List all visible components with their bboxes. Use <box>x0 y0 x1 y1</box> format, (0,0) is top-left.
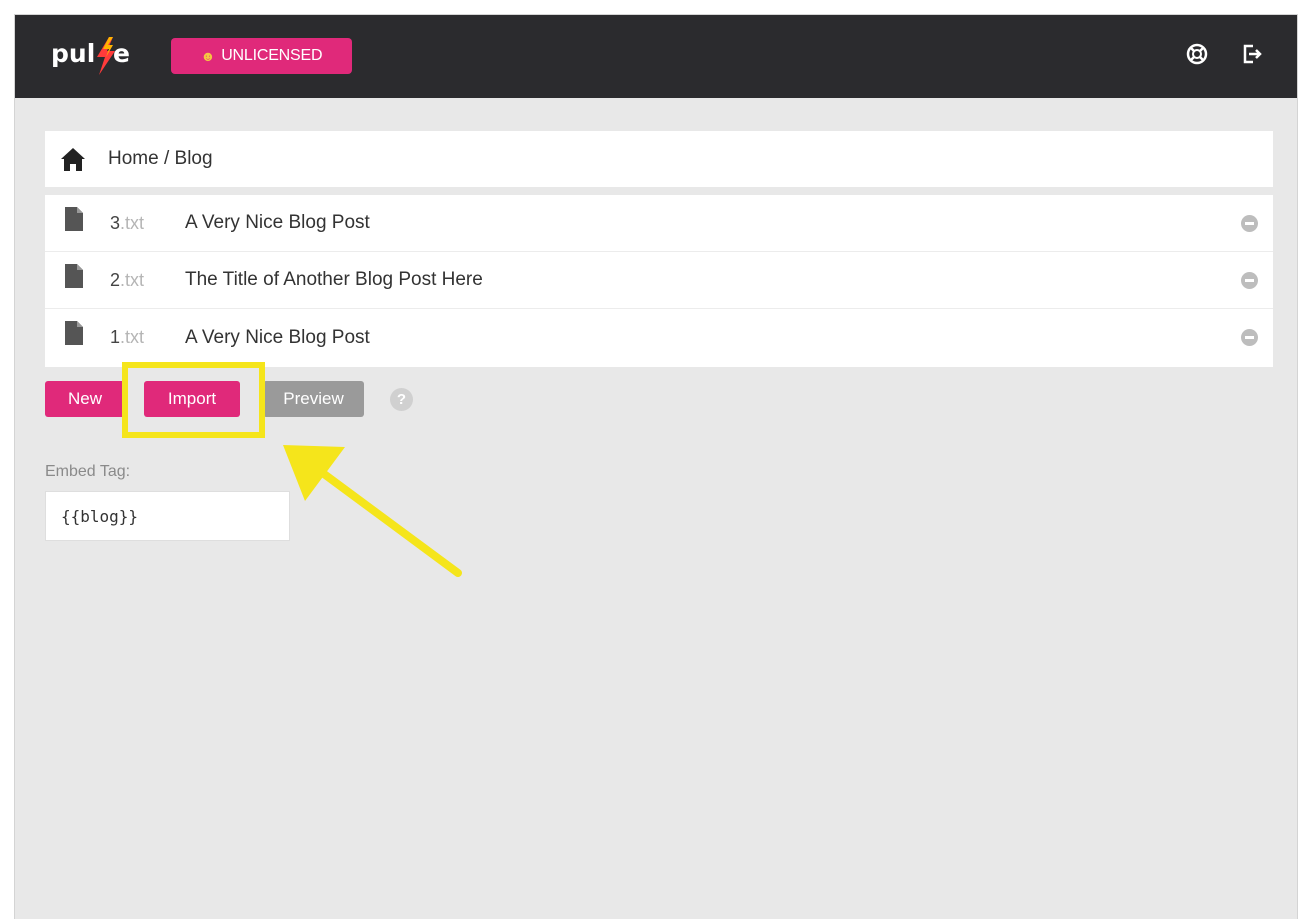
remove-icon[interactable] <box>1241 214 1258 232</box>
lifebuoy-icon[interactable] <box>1185 42 1209 66</box>
new-button[interactable]: New <box>45 381 125 417</box>
remove-icon[interactable] <box>1241 271 1258 289</box>
file-title[interactable]: The Title of Another Blog Post Here <box>185 269 483 291</box>
license-badge-label: UNLICENSED <box>221 47 323 64</box>
file-row[interactable]: 2.txt The Title of Another Blog Post Her… <box>45 252 1273 309</box>
file-row[interactable]: 3.txt A Very Nice Blog Post <box>45 195 1273 252</box>
svg-text:pul: pul <box>51 39 95 68</box>
pulse-logo-icon: pul e <box>51 37 130 75</box>
annotation-arrow-icon <box>283 445 462 577</box>
breadcrumb: Home / Blog <box>45 131 1273 187</box>
home-icon[interactable] <box>60 146 86 172</box>
file-title[interactable]: A Very Nice Blog Post <box>185 212 370 234</box>
svg-text:e: e <box>113 39 130 68</box>
file-list: 3.txt A Very Nice Blog Post 2.txt The Ti… <box>45 195 1273 367</box>
file-name: 3.txt <box>110 212 145 233</box>
license-badge[interactable]: ☻ UNLICENSED <box>171 38 352 74</box>
document-icon <box>65 264 83 288</box>
embed-tag-field[interactable]: {{blog}} <box>45 491 290 541</box>
breadcrumb-path[interactable]: Home / Blog <box>108 148 213 170</box>
document-icon <box>65 207 83 231</box>
import-button[interactable]: Import <box>144 381 240 417</box>
pulse-logo[interactable]: pul e <box>51 37 149 75</box>
file-name: 2.txt <box>110 269 145 290</box>
remove-icon[interactable] <box>1241 329 1258 346</box>
preview-button[interactable]: Preview <box>263 381 364 417</box>
top-bar: pul e ☻ UNLICENSED <box>15 15 1297 98</box>
embed-tag-label: Embed Tag: <box>45 463 131 480</box>
document-icon <box>65 321 83 345</box>
help-icon[interactable]: ? <box>390 388 413 411</box>
file-title[interactable]: A Very Nice Blog Post <box>185 327 370 349</box>
file-name: 1.txt <box>110 327 145 347</box>
scream-emoji-icon: ☻ <box>200 48 216 64</box>
file-row[interactable]: 1.txt A Very Nice Blog Post <box>45 309 1273 366</box>
logout-icon[interactable] <box>1240 42 1264 66</box>
app-frame: pul e ☻ UNLICENSED Home / Blog 3.txt A V… <box>14 14 1298 919</box>
